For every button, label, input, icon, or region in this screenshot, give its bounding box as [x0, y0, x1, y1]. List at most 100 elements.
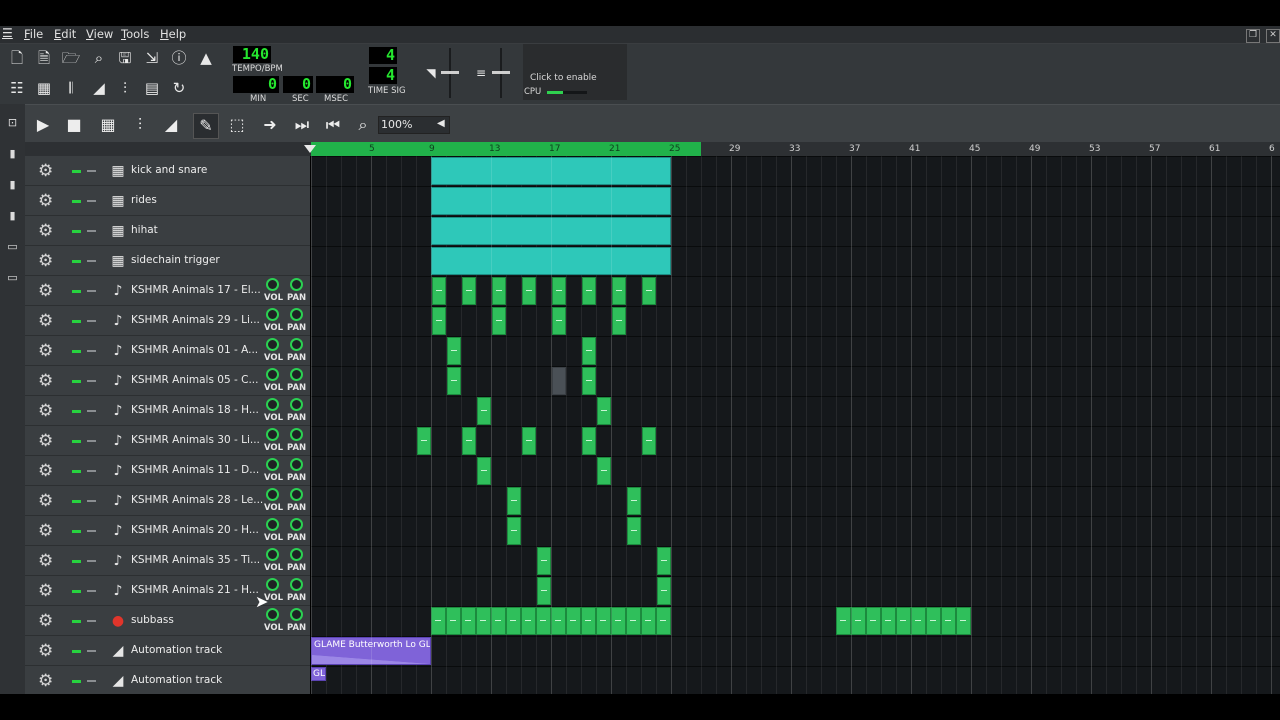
song-editor-icon[interactable]: ☷ [6, 77, 28, 99]
solo-toggle[interactable] [87, 650, 96, 652]
track-name[interactable]: Automation track [131, 644, 222, 656]
gear-icon[interactable]: ⚙ [38, 611, 53, 631]
subbass-clip[interactable] [626, 607, 641, 635]
subbass-clip[interactable] [881, 607, 896, 635]
loop-points-button[interactable]: ⏭ [290, 113, 314, 137]
solo-toggle[interactable] [87, 380, 96, 382]
mute-toggle[interactable] [72, 380, 81, 383]
subbass-clip[interactable] [641, 607, 656, 635]
menu-file[interactable]: File [24, 27, 43, 41]
solo-toggle[interactable] [87, 350, 96, 352]
draw-mode-button[interactable]: ✎ [193, 113, 219, 139]
subbass-clip[interactable] [911, 607, 926, 635]
menu-help[interactable]: Help [160, 27, 186, 41]
piano-roll-icon[interactable]: 𝄃 [60, 77, 82, 99]
gear-icon[interactable]: ⚙ [38, 251, 53, 271]
sample-clip[interactable] [597, 457, 611, 485]
sample-clip[interactable] [552, 307, 566, 335]
mute-toggle[interactable] [72, 620, 81, 623]
sample-clip[interactable] [582, 367, 596, 395]
pan-knob[interactable] [290, 458, 303, 471]
sample-clip[interactable] [657, 547, 671, 575]
mute-toggle[interactable] [72, 290, 81, 293]
gear-icon[interactable]: ⚙ [38, 671, 53, 691]
subbass-clip[interactable] [476, 607, 491, 635]
sample-clip[interactable] [552, 277, 566, 305]
solo-toggle[interactable] [87, 440, 96, 442]
sample-clip[interactable] [522, 277, 536, 305]
sample-clip[interactable] [612, 307, 626, 335]
menu-tools[interactable]: Tools [121, 27, 149, 41]
sample-clip[interactable] [417, 427, 431, 455]
sample-clip[interactable] [642, 427, 656, 455]
subbass-clip[interactable] [596, 607, 611, 635]
open-project-icon[interactable]: 🗁 [60, 47, 82, 69]
subbass-clip[interactable] [866, 607, 881, 635]
subbass-clip[interactable] [656, 607, 671, 635]
pan-knob[interactable] [290, 488, 303, 501]
automation-editor-icon[interactable]: ◢ [88, 77, 110, 99]
track-name[interactable]: KSHMR Animals 05 - C... [131, 374, 258, 386]
mute-toggle[interactable] [72, 170, 81, 173]
stop-button[interactable]: ■ [62, 113, 86, 137]
sample-clip[interactable] [612, 277, 626, 305]
auto-scroll-button[interactable]: ➜ [258, 113, 282, 137]
sample-clip[interactable] [477, 457, 491, 485]
sample-clip[interactable] [627, 487, 641, 515]
mute-toggle[interactable] [72, 350, 81, 353]
project-notes-icon[interactable]: ▤ [141, 77, 163, 99]
zoom-dropdown-icon[interactable]: ◀ [437, 118, 445, 129]
subbass-clip[interactable] [551, 607, 566, 635]
track-name[interactable]: rides [131, 194, 157, 206]
subbass-clip[interactable] [956, 607, 971, 635]
volume-knob[interactable] [266, 578, 279, 591]
track-name[interactable]: KSHMR Animals 20 - H... [131, 524, 259, 536]
pan-knob[interactable] [290, 308, 303, 321]
solo-toggle[interactable] [87, 680, 96, 682]
sample-clip[interactable] [522, 427, 536, 455]
mute-toggle[interactable] [72, 650, 81, 653]
restore-window-icon[interactable]: ❐ [1246, 29, 1260, 43]
track-name[interactable]: hihat [131, 224, 158, 236]
volume-knob[interactable] [266, 308, 279, 321]
track-name[interactable]: KSHMR Animals 01 - A... [131, 344, 258, 356]
my-home-icon[interactable]: ▭ [6, 240, 19, 253]
sample-clip[interactable] [597, 397, 611, 425]
gear-icon[interactable]: ⚙ [38, 521, 53, 541]
gear-icon[interactable]: ⚙ [38, 221, 53, 241]
metronome-icon[interactable]: ▲ [195, 47, 217, 69]
track-row[interactable]: ⚙ ♪ KSHMR Animals 30 - Li... VOL PAN [25, 426, 310, 456]
subbass-clip[interactable] [461, 607, 476, 635]
playhead-marker[interactable] [304, 145, 316, 153]
solo-toggle[interactable] [87, 500, 96, 502]
sample-clip[interactable] [432, 277, 446, 305]
solo-toggle[interactable] [87, 320, 96, 322]
my-projects-icon[interactable]: ▮ [6, 147, 19, 160]
volume-knob[interactable] [266, 428, 279, 441]
gear-icon[interactable]: ⚙ [38, 371, 53, 391]
track-name[interactable]: kick and snare [131, 164, 207, 176]
track-row[interactable]: ⚙ ▦ sidechain trigger [25, 246, 310, 276]
track-name[interactable]: KSHMR Animals 21 - H... [131, 584, 259, 596]
track-row[interactable]: ⚙ ♪ KSHMR Animals 01 - A... VOL PAN [25, 336, 310, 366]
track-name[interactable]: KSHMR Animals 17 - El... [131, 284, 261, 296]
mute-toggle[interactable] [72, 230, 81, 233]
volume-knob[interactable] [266, 278, 279, 291]
sample-clip[interactable] [582, 337, 596, 365]
solo-toggle[interactable] [87, 200, 96, 202]
gear-icon[interactable]: ⚙ [38, 491, 53, 511]
add-automation-track-button[interactable]: ◢ [159, 113, 183, 137]
mute-toggle[interactable] [72, 500, 81, 503]
track-name[interactable]: sidechain trigger [131, 254, 220, 266]
track-row[interactable]: ⚙ ♪ KSHMR Animals 20 - H... VOL PAN [25, 516, 310, 546]
my-computer-icon[interactable]: ▭ [6, 271, 19, 284]
pan-knob[interactable] [290, 518, 303, 531]
sample-clip[interactable] [492, 307, 506, 335]
sample-clip[interactable] [447, 367, 461, 395]
subbass-clip[interactable] [566, 607, 581, 635]
info-icon[interactable]: ⓘ [168, 47, 190, 69]
mute-toggle[interactable] [72, 320, 81, 323]
track-name[interactable]: subbass [131, 614, 174, 626]
cpu-meter[interactable]: Click to enable CPU [523, 44, 627, 100]
volume-knob[interactable] [266, 398, 279, 411]
